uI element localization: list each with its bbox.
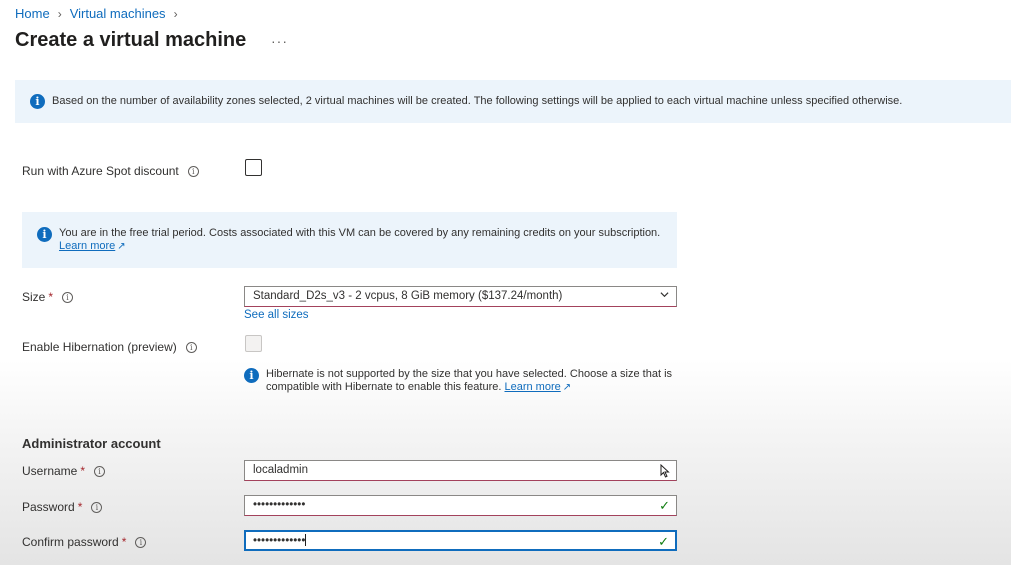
breadcrumb-home-link[interactable]: Home [15, 6, 50, 21]
breadcrumb-virtual-machines-link[interactable]: Virtual machines [70, 6, 166, 21]
username-input[interactable]: localadmin [244, 460, 677, 481]
password-input[interactable]: ••••••••••••• ✓ [244, 495, 677, 516]
info-icon[interactable]: i [62, 291, 74, 303]
chevron-down-icon [660, 292, 669, 298]
external-link-icon: ↗ [562, 382, 572, 393]
confirm-password-input[interactable]: ••••••••••••• ✓ [244, 530, 677, 551]
hibernation-label: Enable Hibernation (preview) i [22, 340, 197, 354]
size-label: Size * i [22, 290, 74, 304]
availability-zones-info-banner: i Based on the number of availability zo… [15, 80, 1011, 123]
required-asterisk: * [121, 535, 127, 549]
size-select-value: Standard_D2s_v3 - 2 vcpus, 8 GiB memory … [253, 290, 563, 302]
external-link-icon: ↗ [117, 241, 126, 252]
see-all-sizes-link[interactable]: See all sizes [244, 309, 309, 321]
size-select[interactable]: Standard_D2s_v3 - 2 vcpus, 8 GiB memory … [244, 286, 677, 307]
info-icon[interactable]: i [135, 536, 147, 548]
info-icon[interactable]: i [94, 465, 106, 477]
page-title: Create a virtual machine [15, 29, 247, 51]
checkmark-icon: ✓ [658, 534, 669, 549]
info-icon[interactable]: i [187, 165, 199, 177]
required-asterisk: * [48, 290, 54, 304]
availability-zones-info-text: Based on the number of availability zone… [52, 95, 903, 107]
learn-more-link[interactable]: Learn more [59, 240, 115, 252]
text-caret [305, 534, 307, 546]
chevron-right-icon: › [173, 6, 178, 21]
info-icon[interactable]: i [91, 501, 103, 513]
mouse-pointer-icon [660, 464, 670, 478]
confirm-password-label: Confirm password * i [22, 535, 147, 549]
more-options-button[interactable]: ··· [271, 33, 288, 49]
password-label: Password * i [22, 500, 103, 514]
spot-discount-label: Run with Azure Spot discount i [22, 164, 199, 178]
chevron-right-icon: › [57, 6, 62, 21]
administrator-account-heading: Administrator account [22, 436, 161, 451]
free-trial-info-banner: i You are in the free trial period. Cost… [22, 212, 677, 268]
spot-discount-checkbox[interactable] [245, 159, 262, 176]
hibernation-info-note: i Hibernate is not supported by the size… [244, 368, 684, 394]
info-icon: i [244, 368, 259, 383]
hibernation-learn-more-link[interactable]: Learn more [504, 381, 560, 393]
confirm-password-value: ••••••••••••• [253, 535, 306, 547]
required-asterisk: * [80, 464, 86, 478]
password-value: ••••••••••••• [253, 499, 306, 511]
breadcrumb: Home › Virtual machines › [15, 6, 186, 21]
free-trial-info-text: You are in the free trial period. Costs … [59, 227, 661, 239]
checkmark-icon: ✓ [659, 498, 670, 513]
info-icon: i [37, 227, 52, 242]
username-label: Username * i [22, 464, 106, 478]
hibernation-checkbox[interactable] [245, 335, 262, 352]
username-value: localadmin [253, 464, 308, 476]
required-asterisk: * [77, 500, 83, 514]
info-icon: i [30, 94, 45, 109]
info-icon[interactable]: i [185, 341, 197, 353]
